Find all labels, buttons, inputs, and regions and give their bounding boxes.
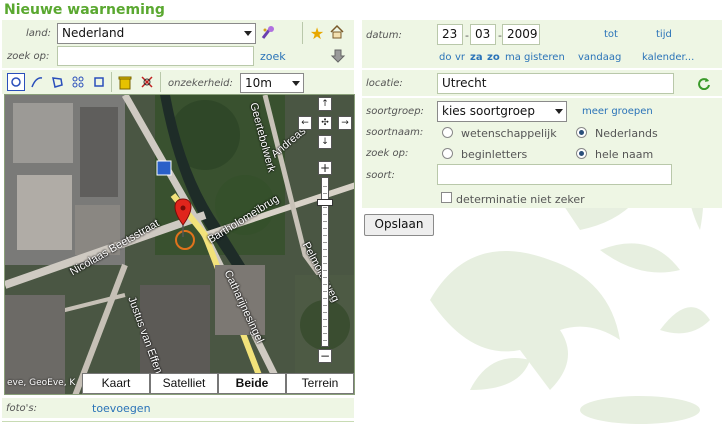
onzekerheid-label: onzekerheid: bbox=[168, 78, 233, 89]
multipoint-tool-icon[interactable] bbox=[69, 73, 87, 91]
land-select[interactable]: Nederland bbox=[57, 23, 256, 44]
delete-point-icon[interactable] bbox=[138, 73, 156, 91]
chevron-down-icon bbox=[244, 31, 252, 36]
map-type-beide-button[interactable]: Beide bbox=[218, 373, 286, 394]
toolbar-separator bbox=[302, 22, 303, 44]
map-type-terrein-button[interactable]: Terrein bbox=[286, 373, 354, 394]
chevron-down-icon bbox=[292, 81, 300, 86]
determinatie-label: determinatie niet zeker bbox=[456, 193, 585, 206]
zoek-op-label: zoek op: bbox=[7, 51, 50, 62]
datum-label: datum: bbox=[366, 30, 402, 41]
zoom-slider-handle[interactable] bbox=[317, 199, 333, 206]
day-input[interactable]: 23 bbox=[437, 24, 463, 45]
point-tool-icon[interactable] bbox=[7, 73, 25, 91]
meer-groepen-link[interactable]: meer groepen bbox=[582, 106, 653, 117]
soortnaam-nederlands-radio[interactable] bbox=[576, 127, 587, 138]
soortnaam-wetenschappelijk-label: wetenschappelijk bbox=[461, 127, 557, 140]
soortgroep-label: soortgroep: bbox=[366, 106, 424, 117]
opslaan-button[interactable]: Opslaan bbox=[364, 214, 434, 236]
soortgroep-select[interactable]: kies soortgroep bbox=[437, 101, 567, 122]
zoek-link[interactable]: zoek bbox=[260, 50, 286, 63]
toevoegen-link[interactable]: toevoegen bbox=[92, 402, 151, 415]
locatie-label: locatie: bbox=[366, 78, 403, 89]
year-input[interactable]: 2009 bbox=[502, 24, 540, 45]
locatie-input[interactable]: Utrecht bbox=[437, 73, 674, 94]
page-title: Nieuwe waarneming bbox=[4, 2, 165, 18]
zoek-beginletters-radio[interactable] bbox=[442, 148, 453, 159]
date-ma-link[interactable]: ma bbox=[505, 52, 521, 63]
trash-icon[interactable] bbox=[116, 73, 134, 91]
onzekerheid-select[interactable]: 10m bbox=[240, 73, 304, 93]
gisteren-link[interactable]: gisteren bbox=[524, 52, 565, 63]
soort-label: soort: bbox=[366, 170, 395, 181]
date-za-link[interactable]: za bbox=[470, 52, 483, 63]
soortnaam-nederlands-label: Nederlands bbox=[595, 127, 658, 140]
determinatie-checkbox[interactable] bbox=[441, 192, 452, 203]
zoek-beginletters-label: beginletters bbox=[461, 148, 528, 161]
chevron-down-icon bbox=[555, 109, 563, 114]
land-label: land: bbox=[26, 28, 51, 39]
onzekerheid-select-value: 10m bbox=[245, 76, 272, 90]
soortnaam-wetenschappelijk-radio[interactable] bbox=[442, 127, 453, 138]
star-icon[interactable]: ★ bbox=[308, 24, 326, 43]
toolbar-separator bbox=[160, 72, 161, 92]
vandaag-link[interactable]: vandaag bbox=[578, 52, 621, 63]
tot-link[interactable]: tot bbox=[604, 29, 618, 40]
arrow-down-icon[interactable] bbox=[329, 47, 347, 65]
kalender-link[interactable]: kalender... bbox=[642, 52, 694, 63]
pan-up-button[interactable]: ↑ bbox=[318, 97, 332, 111]
soort-input[interactable] bbox=[437, 164, 672, 185]
wizard-icon[interactable] bbox=[259, 24, 277, 42]
land-select-value: Nederland bbox=[62, 26, 125, 40]
pan-down-button[interactable]: ↓ bbox=[318, 135, 332, 149]
tijd-link[interactable]: tijd bbox=[656, 29, 672, 40]
soortgroep-select-value: kies soortgroep bbox=[442, 104, 535, 118]
zoom-in-button[interactable]: + bbox=[318, 161, 332, 175]
zoek-hele-naam-label: hele naam bbox=[595, 148, 654, 161]
refresh-icon[interactable] bbox=[695, 74, 713, 92]
month-input[interactable]: 03 bbox=[470, 24, 496, 45]
rectangle-tool-icon[interactable] bbox=[90, 73, 108, 91]
zoom-out-button[interactable]: − bbox=[318, 349, 332, 363]
zoek-op-input[interactable] bbox=[57, 46, 254, 66]
zoek-hele-naam-radio[interactable] bbox=[576, 148, 587, 159]
home-icon[interactable] bbox=[328, 23, 346, 41]
fotos-label: foto's: bbox=[6, 403, 38, 414]
date-separator: - bbox=[465, 29, 469, 42]
map-type-kaart-button[interactable]: Kaart bbox=[82, 373, 150, 394]
soortnaam-label: soortnaam: bbox=[366, 127, 424, 138]
line-tool-icon[interactable] bbox=[28, 73, 46, 91]
pan-center-button[interactable]: ✣ bbox=[318, 116, 332, 130]
date-zo-link[interactable]: zo bbox=[487, 52, 500, 63]
pan-left-button[interactable]: ← bbox=[298, 116, 312, 130]
date-do-link[interactable]: do bbox=[439, 52, 451, 63]
map-credit: eve, GeoEve, K bbox=[7, 378, 76, 388]
date-vr-link[interactable]: vr bbox=[455, 52, 465, 63]
zoek-op-label-right: zoek op: bbox=[366, 148, 409, 159]
map-type-satelliet-button[interactable]: Satelliet bbox=[150, 373, 218, 394]
polygon-tool-icon[interactable] bbox=[48, 73, 66, 91]
toolbar-separator bbox=[111, 72, 112, 92]
map-view[interactable]: Nicolaas Beetsstraat Bartholomeïbrug Cat… bbox=[4, 94, 355, 395]
pan-right-button[interactable]: → bbox=[338, 116, 352, 130]
divider bbox=[2, 421, 354, 422]
fotos-panel bbox=[2, 398, 354, 418]
